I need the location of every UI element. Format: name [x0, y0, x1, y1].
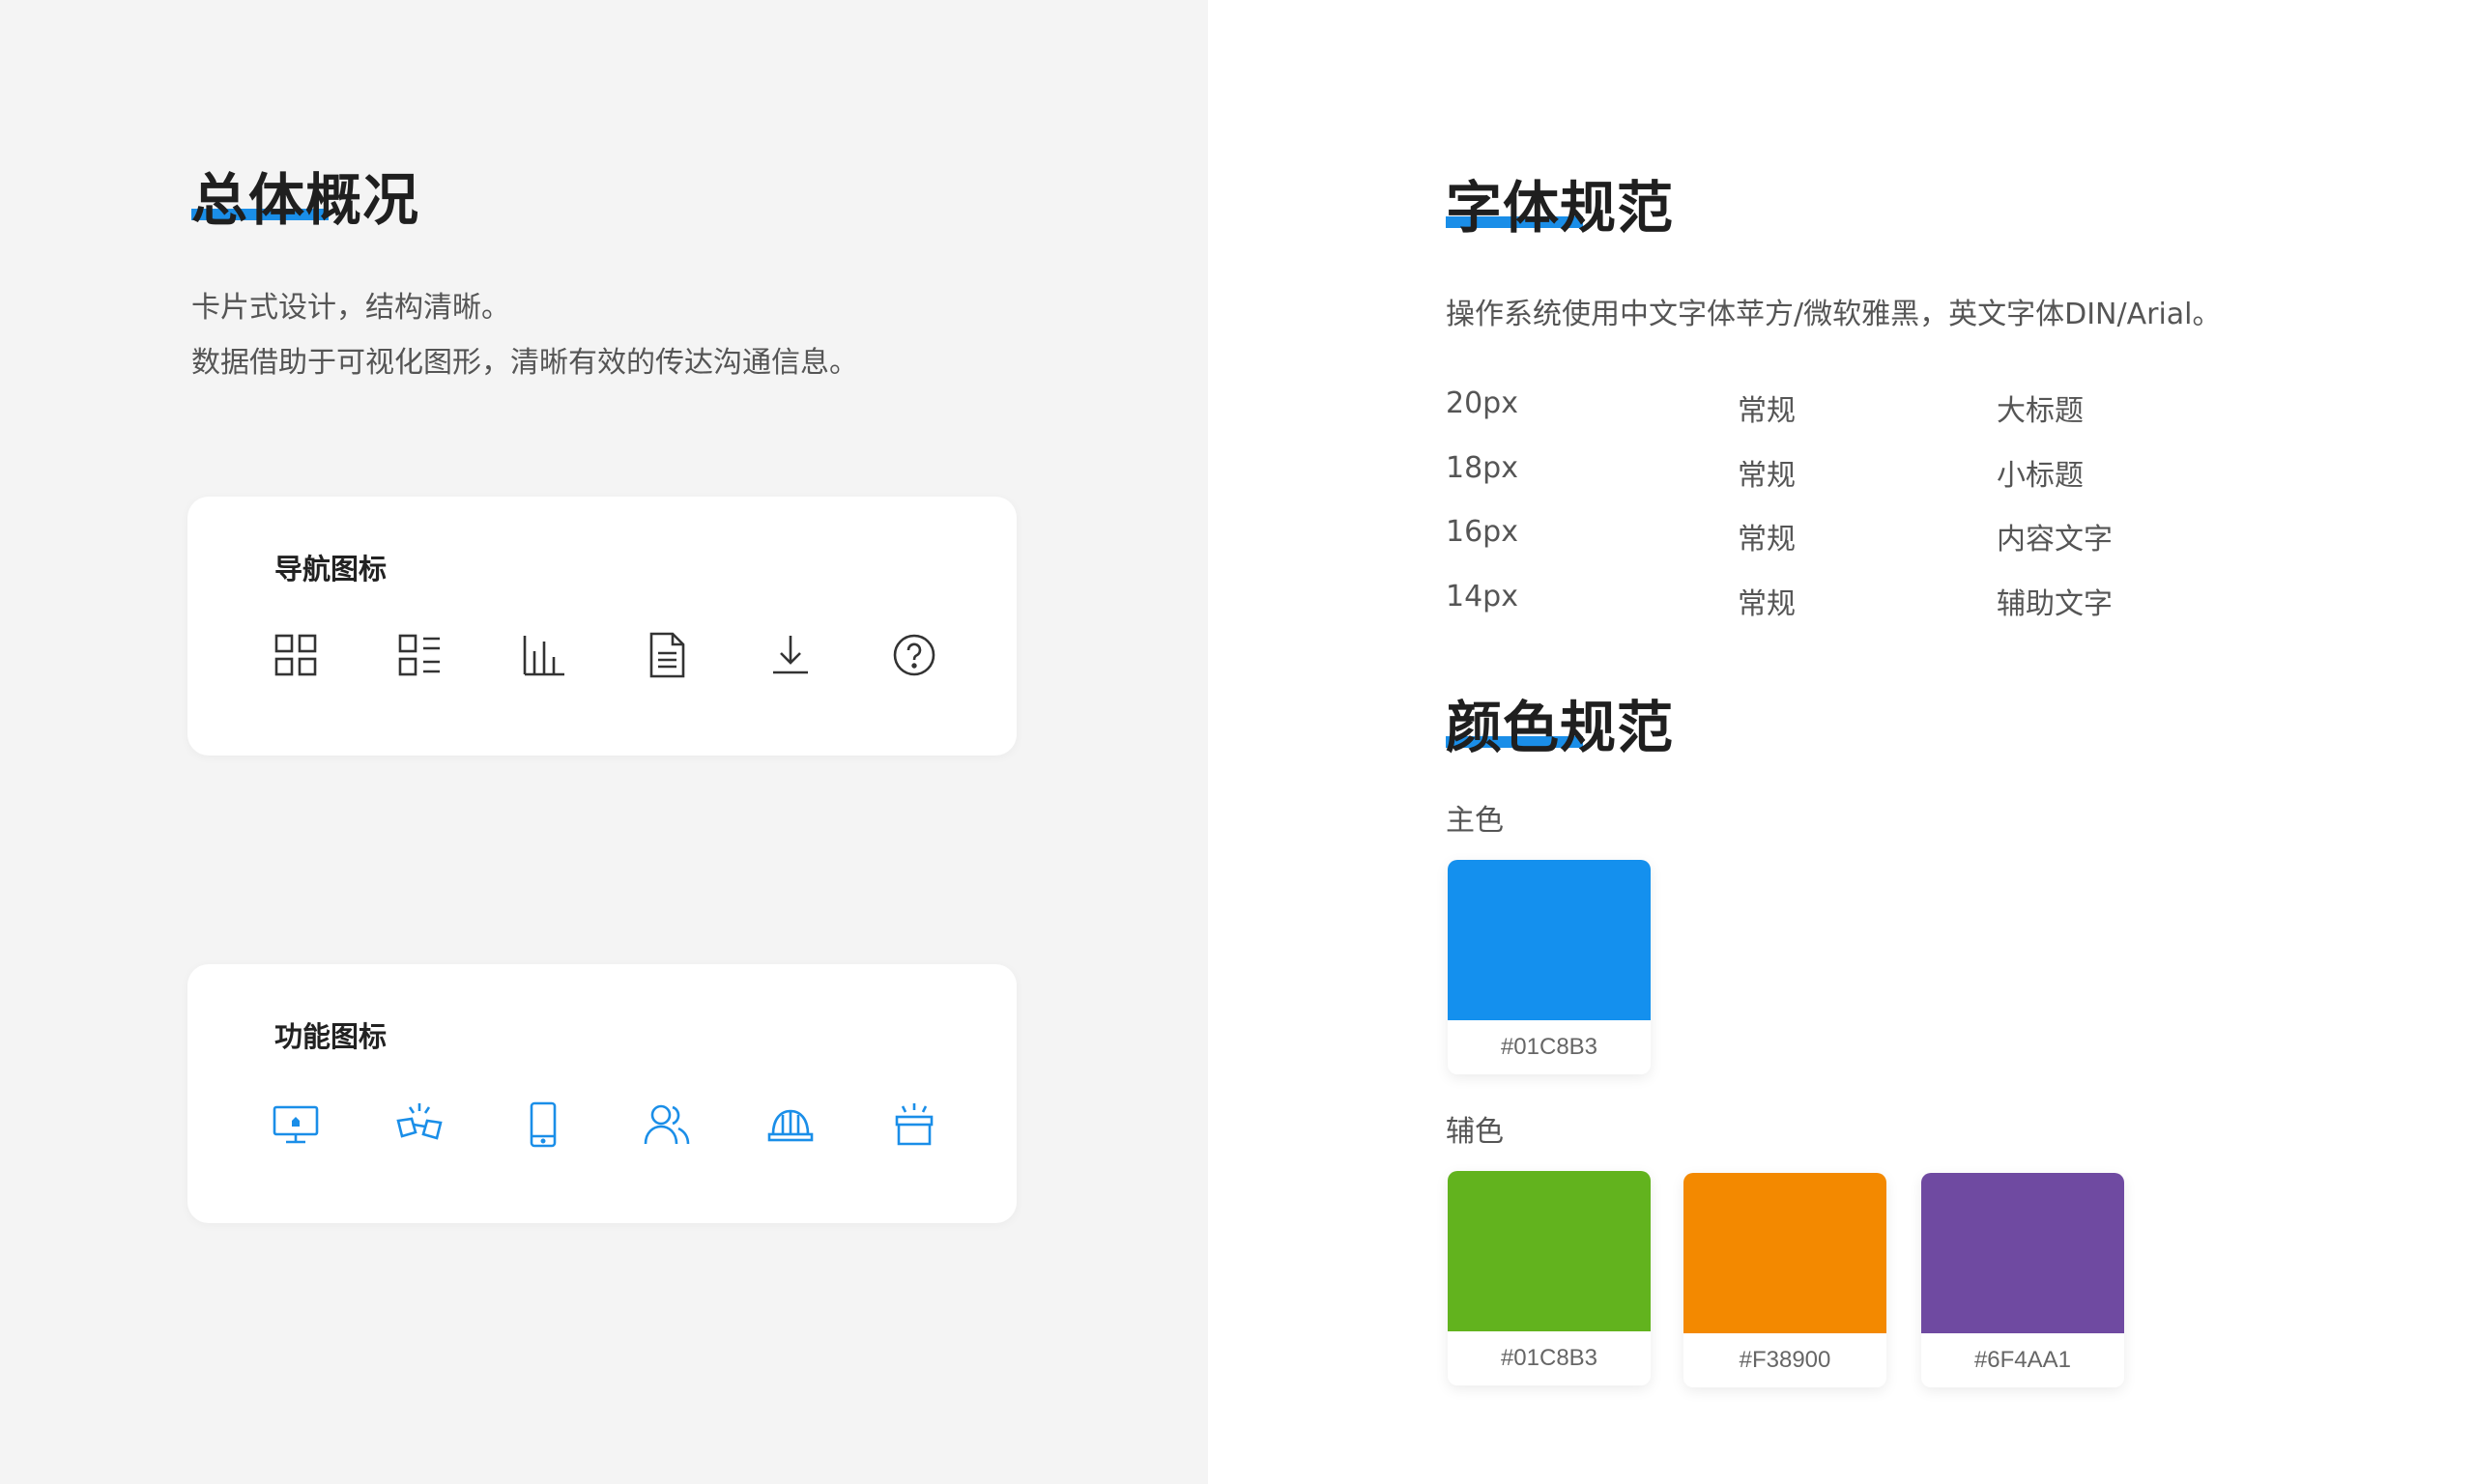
font-spec-desc: 操作系统使用中文字体苹方/微软雅黑，英文字体DIN/Arial。 — [1446, 298, 2222, 331]
secondary-swatch-purple: #6F4AA1 — [1921, 1173, 2124, 1387]
function-icons-card: 功能图标 — [187, 964, 1017, 1223]
overview-line-2: 数据借助于可视化图形，清晰有效的传达沟通信息。 — [191, 346, 858, 380]
font-weight-18: 常规 — [1738, 459, 1796, 493]
swatch-color — [1683, 1173, 1886, 1333]
help-icon[interactable] — [889, 630, 939, 680]
overview-line-1: 卡片式设计，结构清晰。 — [191, 291, 510, 325]
overview-desc: 卡片式设计，结构清晰。 数据借助于可视化图形，清晰有效的传达沟通信息。 — [191, 280, 1061, 390]
font-usage-16: 内容文字 — [1997, 523, 2113, 556]
bar-chart-icon[interactable] — [518, 630, 568, 680]
swatch-code: #F38900 — [1739, 1347, 1831, 1373]
primary-color-label: 主色 — [1446, 804, 1504, 838]
font-size-14: 14px — [1446, 580, 1518, 614]
font-weight-20: 常规 — [1738, 394, 1796, 428]
func-card-title: 功能图标 — [274, 1020, 388, 1053]
swatch-color — [1921, 1173, 2124, 1333]
font-usage-20: 大标题 — [1997, 394, 2084, 428]
users-icon[interactable] — [642, 1099, 692, 1150]
swatch-color — [1448, 860, 1651, 1020]
font-spec-title: 字体规范 — [1446, 175, 1675, 241]
handshake-icon[interactable] — [394, 1099, 445, 1150]
secondary-swatch-orange: #F38900 — [1683, 1173, 1886, 1387]
primary-swatch: #01C8B3 — [1448, 860, 1651, 1074]
mobile-icon[interactable] — [518, 1099, 568, 1150]
document-icon[interactable] — [642, 630, 692, 680]
grid-icon[interactable] — [271, 630, 321, 680]
font-weight-16: 常规 — [1738, 523, 1796, 556]
right-panel: 字体规范 操作系统使用中文字体苹方/微软雅黑，英文字体DIN/Arial。 20… — [1208, 0, 2474, 1484]
swatch-color — [1448, 1171, 1651, 1331]
font-size-18: 18px — [1446, 451, 1518, 485]
download-icon[interactable] — [765, 630, 816, 680]
swatch-code: #01C8B3 — [1500, 1034, 1598, 1060]
monitor-icon[interactable] — [271, 1099, 321, 1150]
basket-icon[interactable] — [889, 1099, 939, 1150]
nav-card-title: 导航图标 — [274, 553, 388, 585]
font-size-16: 16px — [1446, 515, 1518, 549]
secondary-color-label: 辅色 — [1446, 1115, 1504, 1149]
swatch-code: #01C8B3 — [1500, 1345, 1598, 1371]
font-usage-14: 辅助文字 — [1997, 587, 2113, 621]
font-size-20: 20px — [1446, 386, 1518, 420]
swatch-code: #6F4AA1 — [1973, 1347, 2072, 1373]
color-spec-title: 颜色规范 — [1446, 695, 1675, 760]
left-panel: 总体概况 卡片式设计，结构清晰。 数据借助于可视化图形，清晰有效的传达沟通信息。… — [0, 0, 1208, 1484]
secondary-swatch-green: #01C8B3 — [1448, 1171, 1651, 1385]
font-usage-18: 小标题 — [1997, 459, 2084, 493]
helmet-icon[interactable] — [765, 1099, 816, 1150]
nav-icons-card: 导航图标 — [187, 497, 1017, 756]
overview-title: 总体概况 — [191, 167, 420, 233]
list-icon[interactable] — [394, 630, 445, 680]
font-weight-14: 常规 — [1738, 587, 1796, 621]
